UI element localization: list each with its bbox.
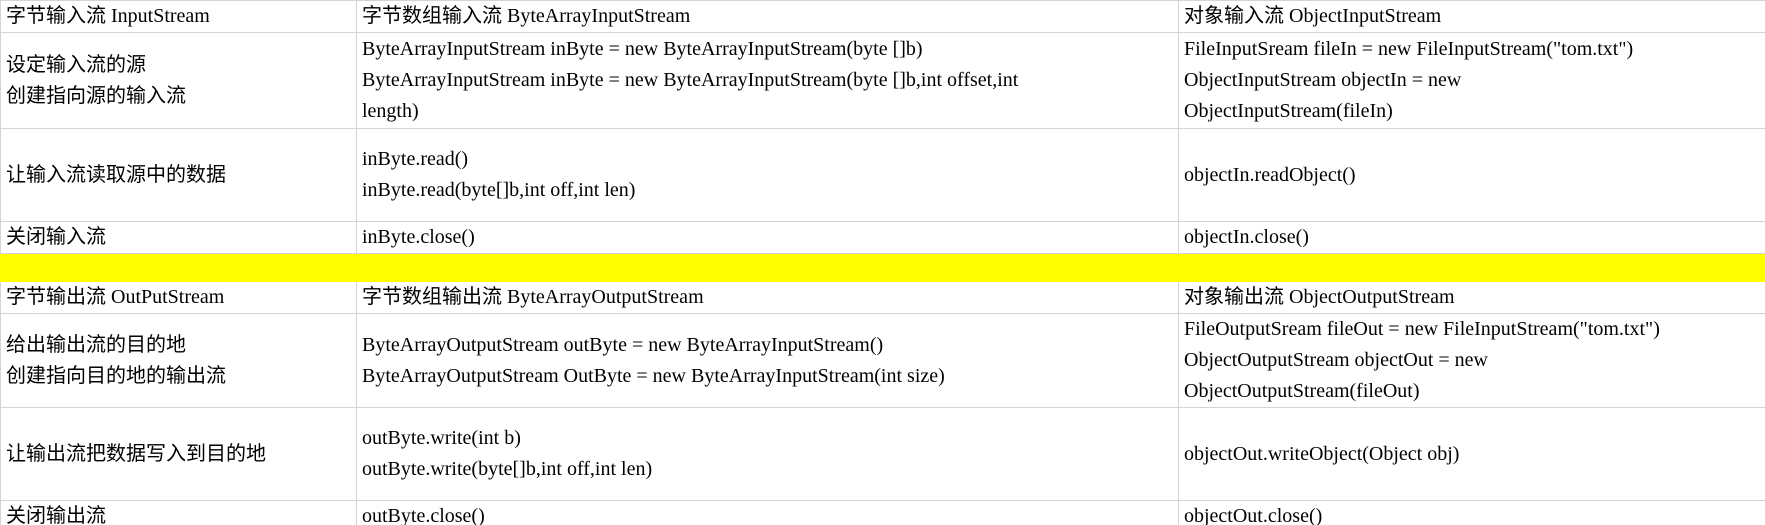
cell-input-step-close[interactable]: 关闭输入流 xyxy=(0,221,357,254)
cell-text-line: 创建指向源的输入流 xyxy=(6,84,186,107)
cell-text-line: ObjectOutputStream(fileOut) xyxy=(1184,380,1420,402)
cell-input-header-object[interactable]: 对象输入流 ObjectInputStream xyxy=(1178,0,1765,33)
cell-output-step-set-destination[interactable]: 给出输出流的目的地 创建指向目的地的输出流 xyxy=(0,313,357,408)
cell-separator[interactable] xyxy=(1178,253,1765,282)
cell-input-bytearray-set-source[interactable]: ByteArrayInputStream inByte = new ByteAr… xyxy=(356,32,1179,129)
cell-input-header-stream[interactable]: 字节输入流 InputStream xyxy=(0,0,357,33)
cell-input-header-bytearray[interactable]: 字节数组输入流 ByteArrayInputStream xyxy=(356,0,1179,33)
cell-text-line: length) xyxy=(362,100,419,122)
cell-output-step-write[interactable]: 让输出流把数据写入到目的地 xyxy=(0,407,357,501)
cell-input-object-read[interactable]: objectIn.readObject() xyxy=(1178,128,1765,222)
cell-text-line: objectIn.close() xyxy=(1184,226,1309,248)
output-row-set-destination: 给出输出流的目的地 创建指向目的地的输出流 ByteArrayOutputStr… xyxy=(0,313,1765,408)
cell-text: 字节数组输出流 ByteArrayOutputStream xyxy=(362,286,704,308)
cell-output-step-close[interactable]: 关闭输出流 xyxy=(0,500,357,525)
cell-output-header-stream[interactable]: 字节输出流 OutPutStream xyxy=(0,281,357,314)
input-row-close: 关闭输入流 inByte.close() objectIn.close() xyxy=(0,221,1765,254)
cell-text-line: FileOutputSream fileOut = new FileInputS… xyxy=(1184,318,1660,340)
cell-text-line: outByte.write(int b) xyxy=(362,427,521,449)
cell-separator[interactable] xyxy=(356,253,1179,282)
input-header-row: 字节输入流 InputStream 字节数组输入流 ByteArrayInput… xyxy=(0,0,1765,33)
cell-text-line: objectIn.readObject() xyxy=(1184,163,1356,186)
cell-text-line: ByteArrayOutputStream OutByte = new Byte… xyxy=(362,364,945,387)
cell-text-line: inByte.read() xyxy=(362,148,469,170)
cell-text-line: 关闭输入流 xyxy=(6,226,106,248)
cell-text: 字节数组输入流 ByteArrayInputStream xyxy=(362,5,691,27)
cell-text-line: 让输出流把数据写入到目的地 xyxy=(6,442,266,465)
cell-text-line: ByteArrayOutputStream outByte = new Byte… xyxy=(362,333,884,356)
cell-output-bytearray-set-destination[interactable]: ByteArrayOutputStream outByte = new Byte… xyxy=(356,313,1179,408)
cell-text-line: inByte.close() xyxy=(362,226,475,248)
highlighted-separator-row xyxy=(0,253,1765,282)
cell-input-step-set-source[interactable]: 设定输入流的源 创建指向源的输入流 xyxy=(0,32,357,129)
output-row-close: 关闭输出流 outByte.close() objectOut.close() xyxy=(0,500,1765,525)
cell-output-object-close[interactable]: objectOut.close() xyxy=(1178,500,1765,525)
output-row-write: 让输出流把数据写入到目的地 outByte.write(int b) outBy… xyxy=(0,407,1765,501)
spreadsheet-grid: 字节输入流 InputStream 字节数组输入流 ByteArrayInput… xyxy=(0,0,1765,525)
cell-output-header-bytearray[interactable]: 字节数组输出流 ByteArrayOutputStream xyxy=(356,281,1179,314)
cell-text-line: objectOut.close() xyxy=(1184,505,1323,525)
cell-text-line: 创建指向目的地的输出流 xyxy=(6,364,226,387)
cell-output-bytearray-close[interactable]: outByte.close() xyxy=(356,500,1179,525)
cell-text-line: inByte.read(byte[]b,int off,int len) xyxy=(362,179,636,201)
cell-output-header-object[interactable]: 对象输出流 ObjectOutputStream xyxy=(1178,281,1765,314)
cell-separator[interactable] xyxy=(0,253,357,282)
cell-text-line: outByte.close() xyxy=(362,505,485,525)
cell-text-line: 设定输入流的源 xyxy=(6,53,146,76)
cell-text-line: outByte.write(byte[]b,int off,int len) xyxy=(362,458,653,480)
cell-text-line: ObjectOutputStream objectOut = new xyxy=(1184,349,1488,371)
cell-text-line: objectOut.writeObject(Object obj) xyxy=(1184,442,1460,465)
cell-input-step-read[interactable]: 让输入流读取源中的数据 xyxy=(0,128,357,222)
input-row-set-source: 设定输入流的源 创建指向源的输入流 ByteArrayInputStream i… xyxy=(0,32,1765,129)
cell-text-line: FileInputSream fileIn = new FileInputStr… xyxy=(1184,38,1634,60)
cell-output-object-write[interactable]: objectOut.writeObject(Object obj) xyxy=(1178,407,1765,501)
cell-text-line: ByteArrayInputStream inByte = new ByteAr… xyxy=(362,38,923,60)
input-row-read: 让输入流读取源中的数据 inByte.read() inByte.read(by… xyxy=(0,128,1765,222)
cell-text: 对象输入流 ObjectInputStream xyxy=(1184,5,1442,27)
cell-text: 对象输出流 ObjectOutputStream xyxy=(1184,286,1455,308)
cell-text: 字节输入流 InputStream xyxy=(6,5,210,27)
cell-text-line: 给出输出流的目的地 xyxy=(6,333,186,356)
cell-text-line: 关闭输出流 xyxy=(6,505,106,525)
cell-text-line: ObjectInputStream objectIn = new xyxy=(1184,69,1462,91)
cell-output-object-set-destination[interactable]: FileOutputSream fileOut = new FileInputS… xyxy=(1178,313,1765,408)
cell-input-bytearray-read[interactable]: inByte.read() inByte.read(byte[]b,int of… xyxy=(356,128,1179,222)
cell-output-bytearray-write[interactable]: outByte.write(int b) outByte.write(byte[… xyxy=(356,407,1179,501)
cell-text-line: ObjectInputStream(fileIn) xyxy=(1184,100,1393,122)
cell-text: 字节输出流 OutPutStream xyxy=(6,286,225,308)
cell-input-object-set-source[interactable]: FileInputSream fileIn = new FileInputStr… xyxy=(1178,32,1765,129)
cell-text-line: ByteArrayInputStream inByte = new ByteAr… xyxy=(362,69,1019,91)
cell-text-line: 让输入流读取源中的数据 xyxy=(6,163,226,186)
output-header-row: 字节输出流 OutPutStream 字节数组输出流 ByteArrayOutp… xyxy=(0,281,1765,314)
cell-input-bytearray-close[interactable]: inByte.close() xyxy=(356,221,1179,254)
cell-input-object-close[interactable]: objectIn.close() xyxy=(1178,221,1765,254)
